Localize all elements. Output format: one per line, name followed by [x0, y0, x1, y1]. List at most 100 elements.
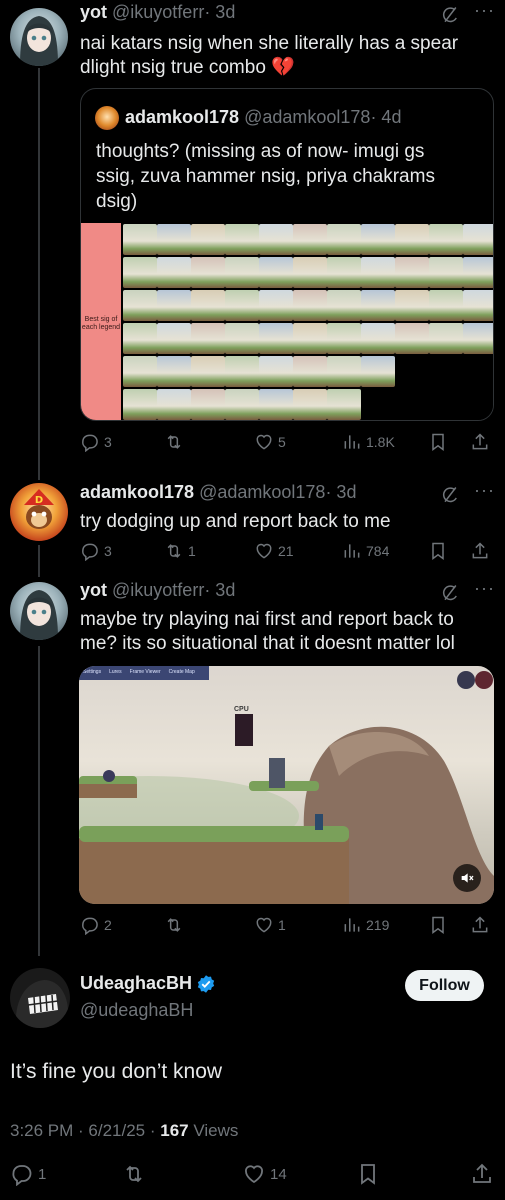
- svg-text:D: D: [35, 495, 43, 506]
- user-handle[interactable]: @adamkool178: [199, 482, 325, 502]
- tier-thumbnail: [225, 257, 259, 288]
- share-button[interactable]: [470, 432, 490, 452]
- tier-thumbnail: [191, 356, 225, 387]
- tier-thumbnail: [293, 290, 327, 321]
- like-button[interactable]: 14: [242, 1162, 287, 1186]
- quote-text-line: dsig): [96, 191, 138, 212]
- tier-thumbnail: [361, 224, 395, 255]
- views-button[interactable]: 1.8K: [342, 432, 395, 452]
- tier-thumbnail: [463, 257, 493, 288]
- like-button[interactable]: 1: [254, 915, 286, 935]
- more-icon[interactable]: ···: [474, 578, 495, 599]
- tier-thumbnail: [463, 323, 493, 354]
- display-name[interactable]: yot: [80, 2, 107, 22]
- repost-button[interactable]: [164, 432, 188, 452]
- tier-label: Best sig of each legend: [81, 223, 121, 420]
- tier-thumbnail: [191, 224, 225, 255]
- tier-thumbnail: [259, 290, 293, 321]
- share-button[interactable]: [470, 915, 490, 935]
- grok-icon[interactable]: [440, 5, 460, 25]
- quote-handle: @adamkool178: [244, 107, 371, 127]
- bookmark-button[interactable]: [428, 432, 448, 452]
- like-icon: [254, 541, 274, 561]
- like-button[interactable]: 21: [254, 541, 294, 561]
- quote-avatar[interactable]: [95, 106, 119, 130]
- avatar[interactable]: [10, 8, 68, 66]
- views-count: 167: [160, 1121, 189, 1140]
- bookmark-button[interactable]: [356, 1162, 380, 1186]
- like-button[interactable]: 5: [254, 432, 286, 452]
- display-name-row[interactable]: UdeaghacBH: [80, 973, 216, 994]
- bookmark-icon: [428, 541, 448, 561]
- mute-button[interactable]: [453, 864, 481, 892]
- avatar[interactable]: [10, 968, 70, 1028]
- tweet-header: yot @ikuyotferr· 3d: [80, 580, 235, 601]
- display-name[interactable]: yot: [80, 580, 107, 600]
- tier-label-line: Best sig of: [84, 316, 118, 323]
- like-count: 14: [270, 1165, 287, 1183]
- share-button[interactable]: [470, 1162, 494, 1186]
- cpu-tag: CPU: [234, 706, 249, 713]
- reply-button[interactable]: 3: [80, 432, 112, 452]
- reply-button[interactable]: 2: [80, 915, 112, 935]
- reply-count: 2: [104, 917, 112, 933]
- quote-text-line: ssig, zuva hammer nsig, priya chakrams: [96, 166, 435, 187]
- views-button[interactable]: 784: [342, 541, 389, 561]
- tier-thumbnail: [259, 257, 293, 288]
- game-menu: Settings Lures Frame Viewer Create Map: [83, 669, 195, 675]
- anime-avatar-icon: [20, 16, 58, 66]
- share-icon: [470, 915, 490, 935]
- more-icon[interactable]: ···: [474, 0, 495, 21]
- user-handle[interactable]: @udeaghaBH: [80, 1000, 193, 1021]
- views-button[interactable]: 219: [342, 915, 389, 935]
- share-button[interactable]: [470, 541, 490, 561]
- tier-thumbnail: [123, 356, 157, 387]
- tweet-text: It’s fine you don’t know: [10, 1060, 223, 1083]
- bookmark-button[interactable]: [428, 541, 448, 561]
- repost-button[interactable]: [122, 1162, 146, 1186]
- tier-thumbnail: [225, 290, 259, 321]
- follow-button[interactable]: Follow: [405, 970, 484, 1001]
- tier-thumbnail: [293, 389, 327, 420]
- timestamp[interactable]: · 3d: [204, 2, 235, 22]
- bookmark-button[interactable]: [428, 915, 448, 935]
- grok-icon[interactable]: [440, 485, 460, 505]
- tier-thumbnail: [157, 389, 191, 420]
- share-icon: [470, 541, 490, 561]
- display-name[interactable]: adamkool178: [80, 482, 194, 502]
- tier-thumbnail: [157, 224, 191, 255]
- tier-thumbnail: [123, 389, 157, 420]
- repost-button[interactable]: 1: [164, 541, 196, 561]
- avatar[interactable]: D: [10, 483, 68, 541]
- timestamp[interactable]: · 3d: [325, 482, 356, 502]
- anime-avatar-icon: [20, 590, 58, 640]
- reply-button[interactable]: 3: [80, 541, 112, 561]
- tweet-text: nai katars nsig when she literally has a…: [80, 32, 495, 80]
- tier-list-image[interactable]: Best sig of each legend: [81, 223, 493, 420]
- reply-button[interactable]: 1: [10, 1162, 46, 1186]
- tweet-time[interactable]: 3:26 PM · 6/21/25 ·: [10, 1121, 156, 1140]
- mute-icon: [461, 873, 474, 883]
- views-icon: [342, 432, 362, 452]
- quote-display-name: adamkool178: [125, 107, 240, 127]
- tier-thumbnail: [191, 323, 225, 354]
- quoted-tweet[interactable]: adamkool178 @adamkool178· 4d thoughts? (…: [80, 88, 494, 421]
- avatar[interactable]: [10, 582, 68, 640]
- tweet-actions: 2 1 219: [80, 915, 495, 939]
- user-handle[interactable]: @ikuyotferr: [112, 2, 204, 22]
- like-count: 21: [278, 543, 294, 559]
- grok-icon[interactable]: [440, 583, 460, 603]
- tier-thumbnail: [327, 323, 361, 354]
- tweet-actions: 3 1 21 784: [80, 541, 495, 565]
- display-name[interactable]: UdeaghacBH: [80, 973, 192, 994]
- tier-thumbnail: [293, 323, 327, 354]
- repost-button[interactable]: [164, 915, 188, 935]
- user-handle[interactable]: @ikuyotferr: [112, 580, 204, 600]
- video-player[interactable]: Settings Lures Frame Viewer Create Map C…: [79, 666, 494, 904]
- game-menu-item: Create Map: [168, 669, 195, 675]
- share-icon: [470, 432, 490, 452]
- tweet-text: try dodging up and report back to me: [80, 511, 391, 532]
- tweet-text-line: maybe try playing nai first and report b…: [80, 609, 454, 630]
- more-icon[interactable]: ···: [474, 480, 495, 501]
- timestamp[interactable]: · 3d: [204, 580, 235, 600]
